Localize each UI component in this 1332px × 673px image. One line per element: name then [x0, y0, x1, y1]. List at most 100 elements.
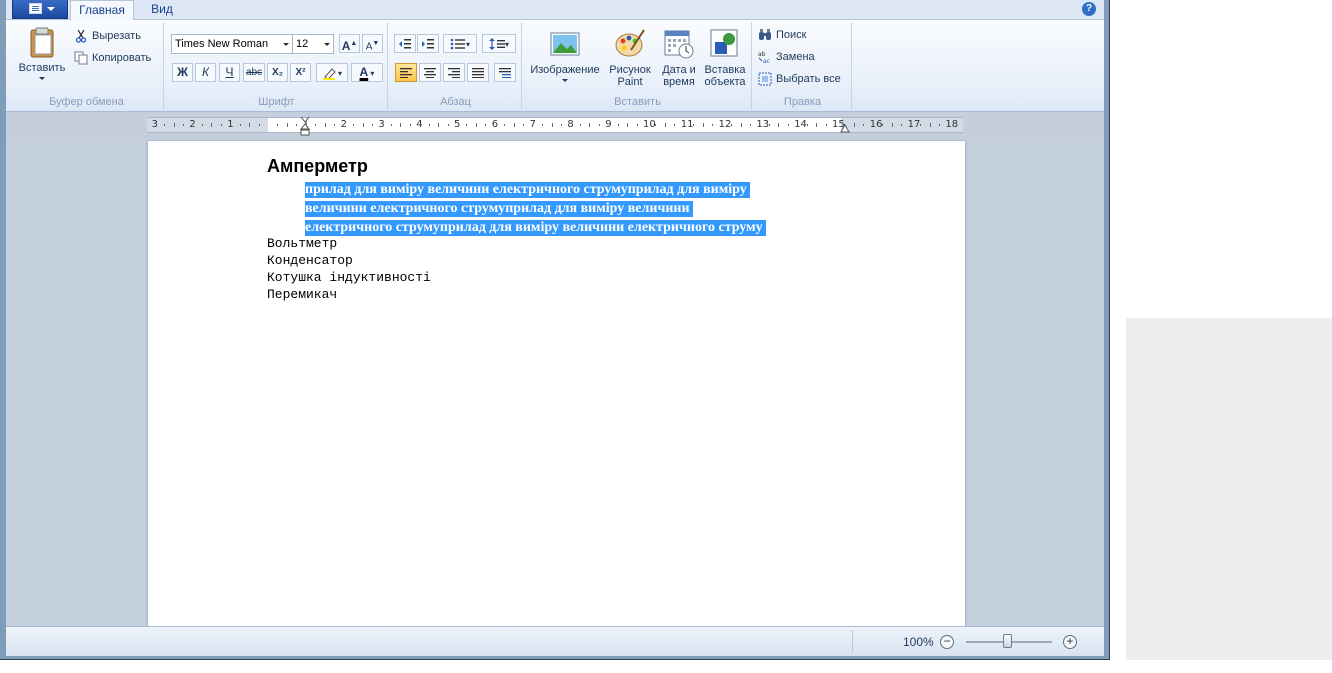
- copy-label: Копировать: [92, 52, 152, 64]
- ruler-tick-mark: [201, 124, 203, 126]
- zoom-slider-thumb[interactable]: [1003, 634, 1012, 648]
- zoom-in-button[interactable]: +: [1063, 635, 1077, 649]
- ruler-tick-mark: [211, 123, 213, 127]
- ruler-tick-mark: [315, 124, 317, 126]
- group-insert: Изображение Рисунок Paint Дата и время В…: [524, 22, 752, 110]
- document-icon: [29, 3, 42, 14]
- ruler-tick-mark: [901, 124, 903, 126]
- ruler-tick-mark: [390, 124, 392, 126]
- italic-button[interactable]: К: [195, 63, 216, 82]
- align-right-icon: [448, 67, 460, 78]
- ruler-tick-mark: [740, 123, 742, 127]
- help-icon[interactable]: ?: [1082, 2, 1096, 16]
- ruler-tick-label: 5: [454, 119, 461, 130]
- ruler-tick-label: 4: [416, 119, 423, 130]
- align-left-button[interactable]: [395, 63, 417, 82]
- strikethrough-button[interactable]: abc: [243, 63, 265, 82]
- ruler-tick-mark: [475, 123, 477, 127]
- ruler-tick-label: 18: [945, 119, 959, 130]
- paint-label-1: Рисунок: [609, 64, 651, 76]
- insert-image-label: Изображение: [530, 64, 600, 76]
- svg-text:ab: ab: [758, 51, 766, 58]
- ruler-tick-mark: [664, 123, 666, 127]
- select-all-label: Выбрать все: [776, 73, 841, 85]
- selected-line-3: електричного струмуприлад для виміру вел…: [305, 220, 766, 236]
- wordpad-window: Главная Вид ? Вставить Вырезать Копирова…: [0, 0, 1110, 660]
- font-family-select[interactable]: Times New Roman: [171, 34, 293, 54]
- paint-drawing-button[interactable]: Рисунок Paint: [608, 28, 652, 88]
- replace-button[interactable]: ab ac Замена: [758, 47, 815, 67]
- ruler-tick-mark: [353, 124, 355, 126]
- text-color-button[interactable]: A ▾: [351, 63, 383, 82]
- chevron-down-icon: [283, 43, 289, 46]
- justify-button[interactable]: [467, 63, 489, 82]
- paragraph-settings-button[interactable]: [494, 63, 516, 82]
- zoom-out-button[interactable]: −: [940, 635, 954, 649]
- text-color-letter: A: [359, 65, 369, 79]
- ruler[interactable]: 321123456789101112131415161718: [147, 117, 963, 136]
- ruler-tick-mark: [173, 123, 175, 127]
- insert-datetime-button[interactable]: Дата и время: [658, 28, 700, 88]
- paste-button[interactable]: Вставить: [14, 26, 70, 80]
- ruler-tick-label: 7: [529, 119, 536, 130]
- ruler-tick-mark: [249, 123, 251, 127]
- ruler-tick-mark: [220, 124, 222, 126]
- status-separator: [852, 630, 853, 652]
- ruler-tick-mark: [296, 124, 298, 126]
- group-editing: Поиск ab ac Замена Выбрать все Правка: [754, 22, 852, 110]
- insert-image-button[interactable]: Изображение: [527, 28, 603, 82]
- ruler-tick-mark: [891, 123, 893, 127]
- grow-font-button[interactable]: A▲: [339, 34, 360, 53]
- ruler-tick-mark: [731, 124, 733, 126]
- right-indent-marker[interactable]: [840, 122, 850, 134]
- ruler-tick-mark: [579, 124, 581, 126]
- ruler-tick-label: 2: [189, 119, 196, 130]
- highlighter-icon: [322, 68, 336, 80]
- datetime-label-2: время: [663, 76, 695, 88]
- object-label-1: Вставка: [704, 64, 746, 76]
- font-size-select[interactable]: 12: [292, 34, 334, 54]
- ruler-tick-mark: [768, 124, 770, 126]
- bold-button[interactable]: Ж: [172, 63, 193, 82]
- group-clipboard: Вставить Вырезать Копировать Буфер обмен…: [10, 22, 164, 110]
- decrease-indent-button[interactable]: [394, 34, 416, 53]
- ruler-tick-mark: [882, 124, 884, 126]
- insert-object-button[interactable]: Вставка объекта: [702, 28, 748, 88]
- ruler-tick-mark: [674, 124, 676, 126]
- superscript-button[interactable]: X²: [290, 63, 311, 82]
- window-client: Главная Вид ? Вставить Вырезать Копирова…: [6, 0, 1104, 656]
- tab-home[interactable]: Главная: [70, 0, 134, 21]
- ruler-tick-mark: [428, 124, 430, 126]
- ruler-tick-mark: [409, 124, 411, 126]
- align-right-button[interactable]: [443, 63, 465, 82]
- clipboard-icon: [30, 27, 54, 58]
- list-button[interactable]: ▾: [443, 34, 477, 53]
- align-center-button[interactable]: [419, 63, 441, 82]
- zoom-level: 100%: [903, 635, 934, 649]
- ruler-tick-mark: [334, 124, 336, 126]
- increase-indent-button[interactable]: [417, 34, 439, 53]
- copy-button[interactable]: Копировать: [74, 48, 151, 68]
- align-center-icon: [424, 67, 436, 78]
- underline-button[interactable]: Ч: [219, 63, 240, 82]
- shrink-font-button[interactable]: A▼: [362, 34, 383, 53]
- desktop-background: [1126, 318, 1332, 660]
- line-spacing-button[interactable]: ▾: [482, 34, 516, 53]
- ribbon-tabs: Главная Вид ?: [6, 0, 1104, 21]
- first-line-indent-marker[interactable]: [300, 117, 310, 137]
- chevron-down-icon: [47, 7, 55, 11]
- cut-button[interactable]: Вырезать: [74, 26, 141, 46]
- subscript-button[interactable]: X₂: [267, 63, 288, 82]
- binoculars-icon: [759, 29, 771, 40]
- ruler-tick-mark: [749, 124, 751, 126]
- find-button[interactable]: Поиск: [758, 25, 806, 45]
- tab-view[interactable]: Вид: [138, 0, 186, 20]
- ruler-tick-mark: [853, 123, 855, 127]
- text-line-inductor: Котушка індуктивності: [267, 270, 431, 285]
- selected-line-1: прилад для виміру величини електричного …: [305, 182, 750, 198]
- indent-icon: [422, 38, 434, 49]
- document-page[interactable]: Амперметр прилад для виміру величини еле…: [148, 141, 965, 626]
- select-all-button[interactable]: Выбрать все: [758, 69, 841, 89]
- highlight-color-button[interactable]: ▾: [316, 63, 348, 82]
- app-menu-button[interactable]: [12, 0, 68, 19]
